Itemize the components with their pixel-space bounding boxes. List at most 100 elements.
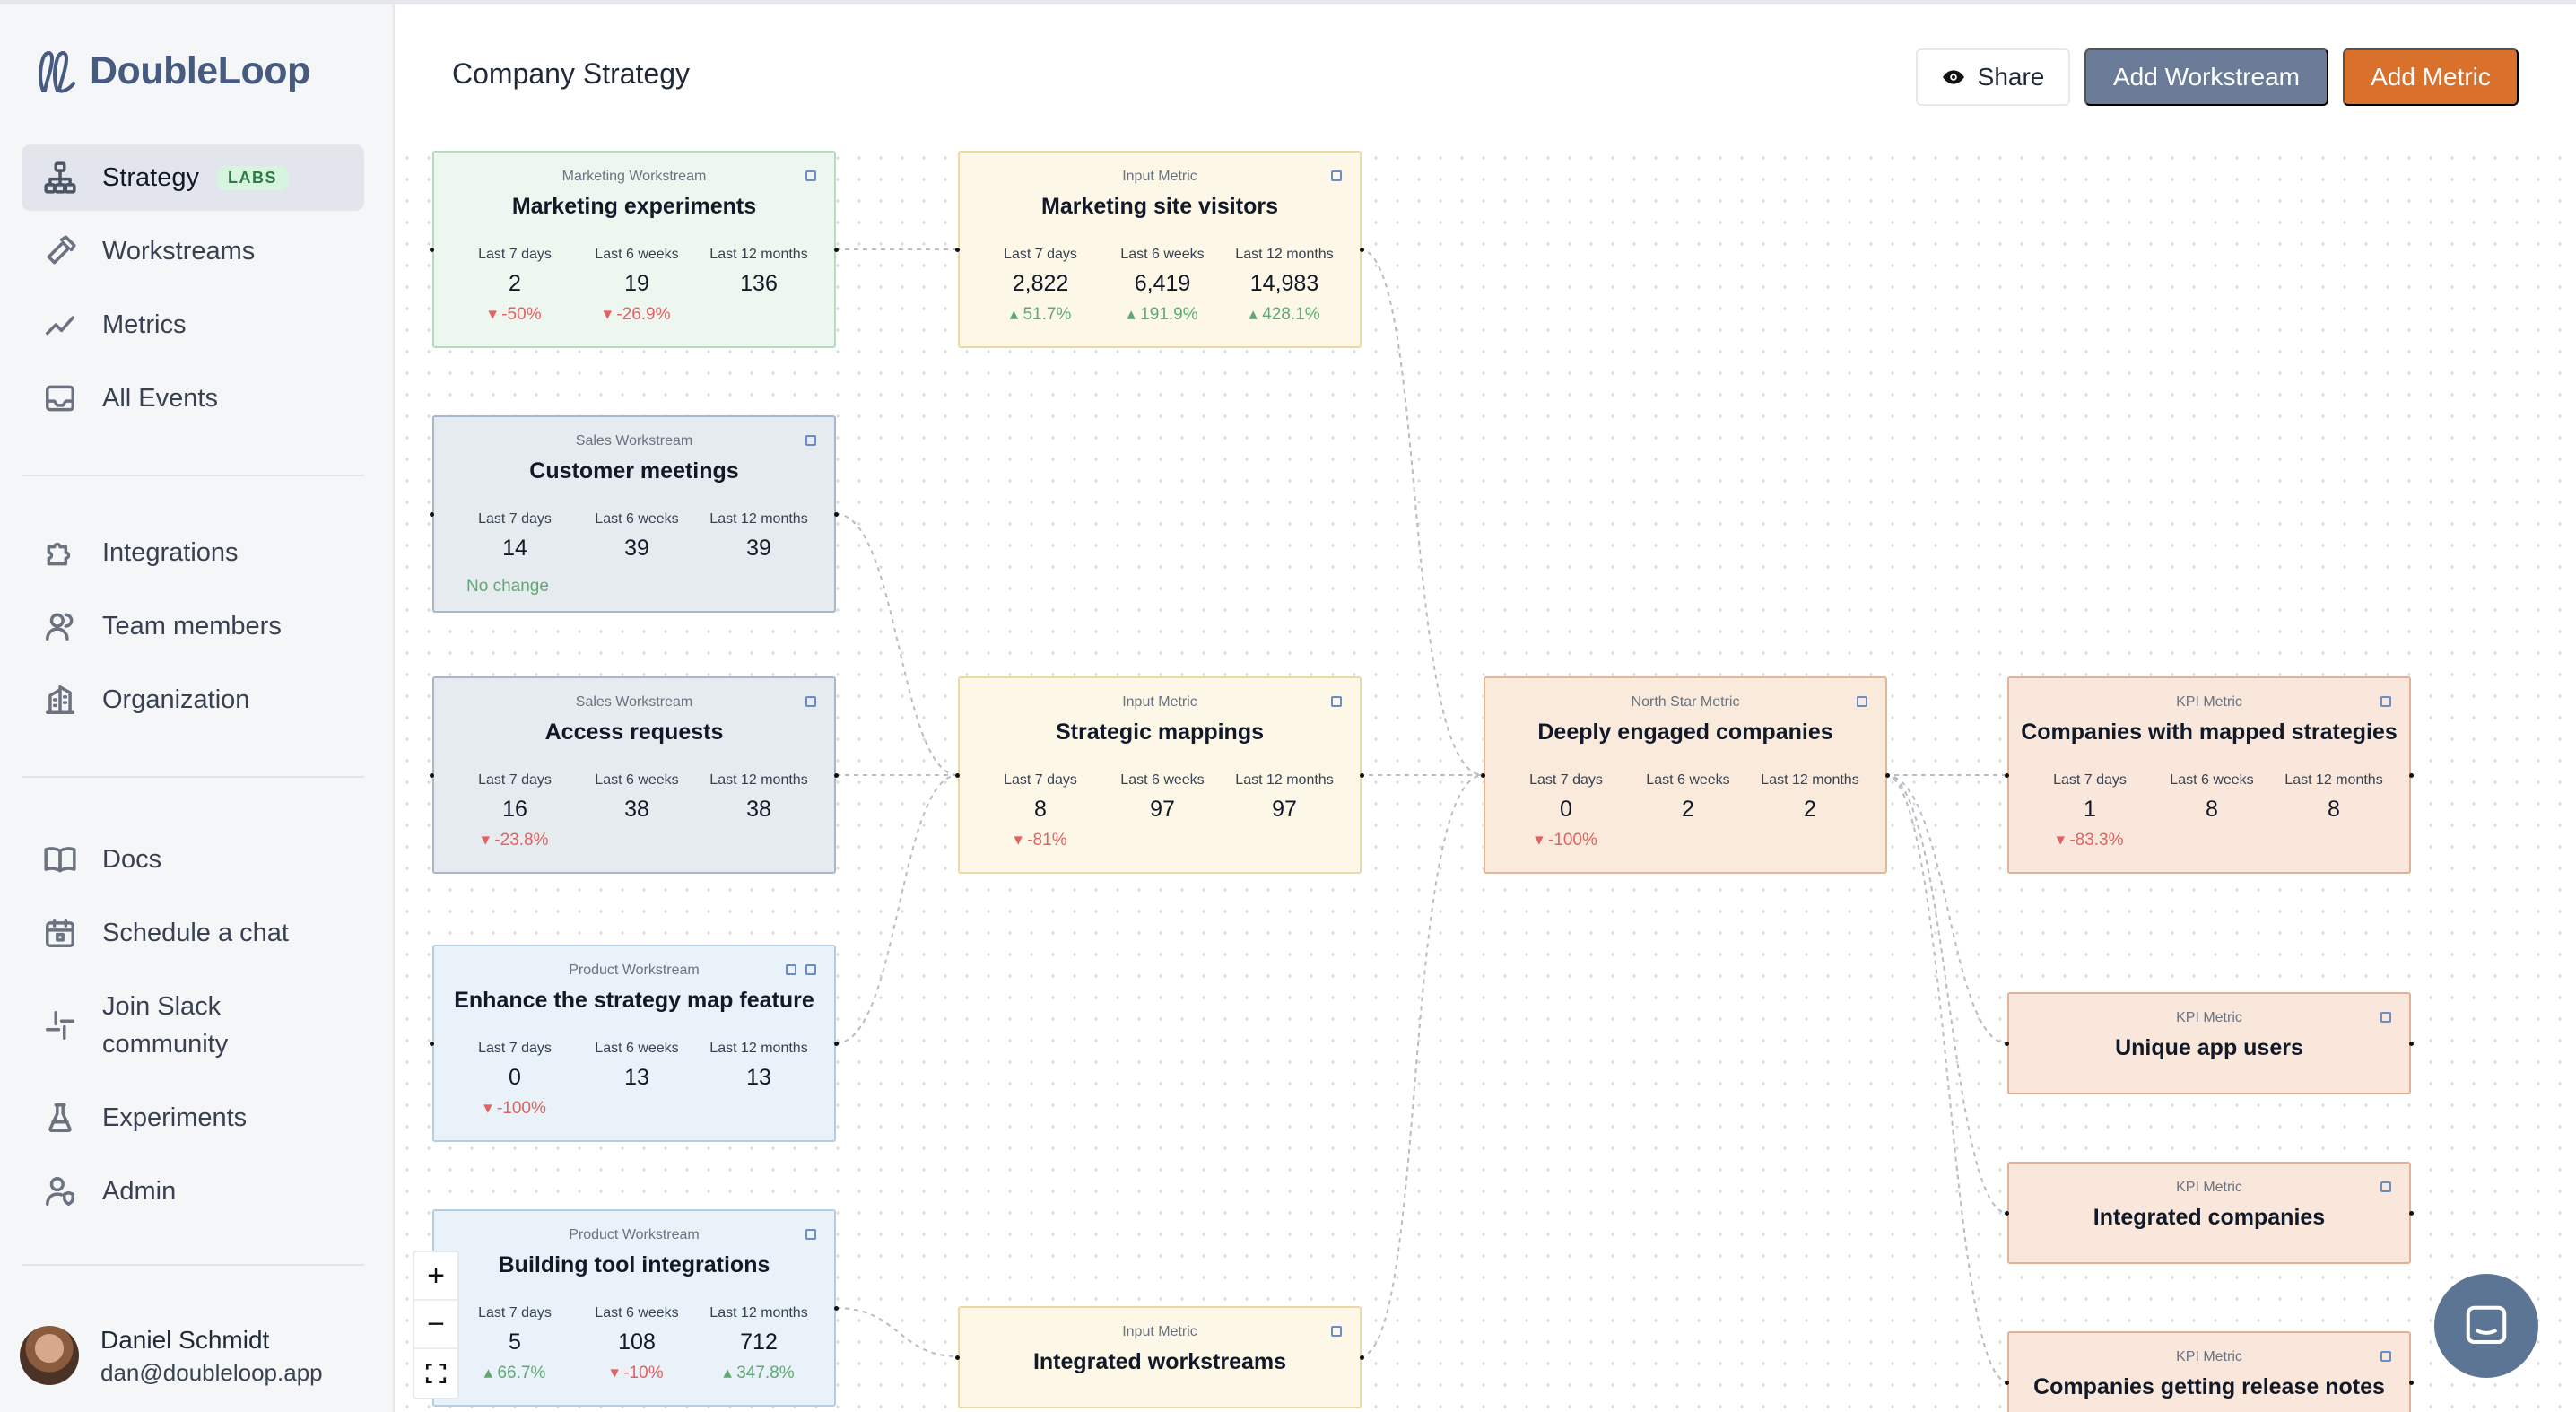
node-marketing-site-visitors[interactable]: Input Metric Marketing site visitors Las… (955, 151, 1364, 348)
external-link-icon[interactable] (1331, 170, 1342, 181)
connection-handle[interactable] (1885, 773, 1890, 778)
connection-handle[interactable] (2409, 1042, 2414, 1046)
node-release-notes[interactable]: KPI Metric Companies getting release not… (2005, 1331, 2414, 1412)
sidebar-item-label: Experiments (102, 1103, 248, 1132)
connection-handle[interactable] (1360, 773, 1364, 778)
external-link-icon[interactable] (805, 170, 816, 181)
node-title: Deeply engaged companies (1537, 719, 1833, 745)
sidebar-item-docs[interactable]: Docs (22, 826, 364, 893)
stat-value: 8 (1034, 797, 1047, 822)
node-enhance-strategy-map[interactable]: Product Workstream Enhance the strategy … (430, 945, 839, 1142)
add-metric-button[interactable]: Add Metric (2343, 48, 2519, 106)
node-stats: Last 7 days 1 ▾ -83.3% Last 6 weeks 8 Last … (2029, 771, 2395, 856)
down-arrow-icon: ▾ (603, 305, 613, 324)
sidebar-item-organization[interactable]: Organization (22, 667, 364, 733)
node-deeply-engaged-companies[interactable]: North Star Metric Deeply engaged compani… (1481, 676, 1890, 874)
connection-handle[interactable] (834, 248, 839, 252)
connection-handle[interactable] (430, 512, 434, 517)
share-button[interactable]: Share (1916, 48, 2070, 106)
external-link-icon[interactable] (1331, 696, 1342, 707)
connection-handle[interactable] (2409, 1211, 2414, 1216)
connection-handle[interactable] (2005, 1381, 2009, 1385)
add-workstream-button[interactable]: Add Workstream (2084, 48, 2328, 106)
external-link-icon[interactable] (1857, 696, 1867, 707)
sidebar-item-experiments[interactable]: Experiments (22, 1085, 364, 1151)
eye-icon (1942, 70, 1964, 84)
node-type: Sales Workstream (575, 694, 693, 710)
users-icon (41, 607, 79, 645)
node-integrated-companies[interactable]: KPI Metric Integrated companies (2005, 1162, 2414, 1264)
connection-handle[interactable] (430, 773, 434, 778)
user-email: dan@doubleloop.app (100, 1359, 323, 1386)
up-arrow-icon: ▴ (483, 1364, 493, 1382)
node-title: Unique app users (2115, 1035, 2303, 1060)
stat-value: 8 (2206, 797, 2218, 822)
hammer-icon (41, 232, 79, 270)
link-icon[interactable] (786, 964, 796, 975)
connection-handle[interactable] (430, 1042, 434, 1046)
stat-value: 6,419 (1134, 271, 1191, 296)
chat-launcher-button[interactable] (2434, 1274, 2538, 1378)
node-customer-meetings[interactable]: Sales Workstream Customer meetings Last … (430, 415, 839, 613)
sidebar-item-all-events[interactable]: All Events (22, 365, 364, 431)
zoom-in-button[interactable]: + (414, 1252, 457, 1301)
node-stats: Last 7 days 14 Last 6 weeks 39 Last 12 mon… (454, 510, 820, 564)
sidebar-item-label: Strategy (102, 163, 199, 192)
stat-label: Last 6 weeks (1120, 247, 1205, 262)
connection-handle[interactable] (834, 1042, 839, 1046)
sidebar-item-workstreams[interactable]: Workstreams (22, 218, 364, 284)
node-title: Integrated companies (2093, 1205, 2326, 1230)
connection-handle[interactable] (2409, 773, 2414, 778)
sidebar-item-schedule-chat[interactable]: Schedule a chat (22, 900, 364, 966)
connection-handle[interactable] (2005, 773, 2009, 778)
sidebar-item-strategy[interactable]: Strategy LABS (22, 144, 364, 211)
zoom-out-button[interactable]: − (414, 1301, 457, 1349)
sidebar-item-admin[interactable]: Admin (22, 1158, 364, 1225)
node-unique-app-users[interactable]: KPI Metric Unique app users (2005, 992, 2414, 1094)
connection-handle[interactable] (834, 512, 839, 517)
external-link-icon[interactable] (805, 435, 816, 446)
connection-handle[interactable] (834, 1306, 839, 1311)
stat-value: 14 (502, 536, 527, 561)
fit-view-button[interactable] (414, 1349, 457, 1398)
sidebar-item-metrics[interactable]: Metrics (22, 292, 364, 358)
node-building-tool-integrations[interactable]: Product Workstream Building tool integra… (430, 1209, 839, 1407)
connection-handle[interactable] (1481, 773, 1485, 778)
stat-label: Last 6 weeks (1646, 772, 1730, 788)
node-strategic-mappings[interactable]: Input Metric Strategic mappings Last 7 d… (955, 676, 1364, 874)
node-companies-mapped-strategies[interactable]: KPI Metric Companies with mapped strateg… (2005, 676, 2414, 874)
external-link-icon[interactable] (805, 1229, 816, 1240)
external-link-icon[interactable] (2380, 1181, 2391, 1192)
connection-handle[interactable] (955, 773, 960, 778)
connection-handle[interactable] (2005, 1211, 2009, 1216)
node-access-requests[interactable]: Sales Workstream Access requests Last 7 … (430, 676, 839, 874)
external-link-icon[interactable] (2380, 1351, 2391, 1362)
connection-handle[interactable] (1360, 248, 1364, 252)
external-link-icon[interactable] (1331, 1326, 1342, 1337)
external-link-icon[interactable] (2380, 696, 2391, 707)
node-stats: Last 7 days 0 ▾ -100% Last 6 weeks 13 Last … (454, 1040, 820, 1124)
connection-handle[interactable] (1360, 1355, 1364, 1360)
user-profile[interactable]: Daniel Schmidt dan@doubleloop.app (20, 1323, 323, 1388)
connection-handle[interactable] (834, 773, 839, 778)
connection-handle[interactable] (2005, 1042, 2009, 1046)
connection-handle[interactable] (955, 1355, 960, 1360)
node-integrated-workstreams[interactable]: Input Metric Integrated workstreams (955, 1306, 1364, 1408)
sidebar-item-integrations[interactable]: Integrations (22, 519, 364, 586)
external-link-icon[interactable] (2380, 1012, 2391, 1023)
external-link-icon[interactable] (805, 696, 816, 707)
strategy-canvas[interactable]: Marketing Workstream Marketing experimen… (396, 147, 2576, 1412)
sidebar-item-slack[interactable]: Join Slack community (22, 984, 364, 1067)
connection-handle[interactable] (955, 248, 960, 252)
external-link-icon[interactable] (805, 964, 816, 975)
stat-change: ▴ 51.7% (1009, 305, 1072, 324)
node-stats: Last 7 days 16 ▾ -23.8% Last 6 weeks 38 Las… (454, 771, 820, 856)
logo[interactable]: DoubleLoop (36, 44, 310, 98)
connection-handle[interactable] (430, 248, 434, 252)
down-arrow-icon: ▾ (610, 1364, 619, 1382)
node-type: Input Metric (1122, 1324, 1197, 1339)
connection-handle[interactable] (2409, 1381, 2414, 1385)
sidebar-item-team-members[interactable]: Team members (22, 593, 364, 659)
node-marketing-experiments[interactable]: Marketing Workstream Marketing experimen… (430, 151, 839, 348)
stat-change: ▾ -100% (483, 1099, 546, 1118)
